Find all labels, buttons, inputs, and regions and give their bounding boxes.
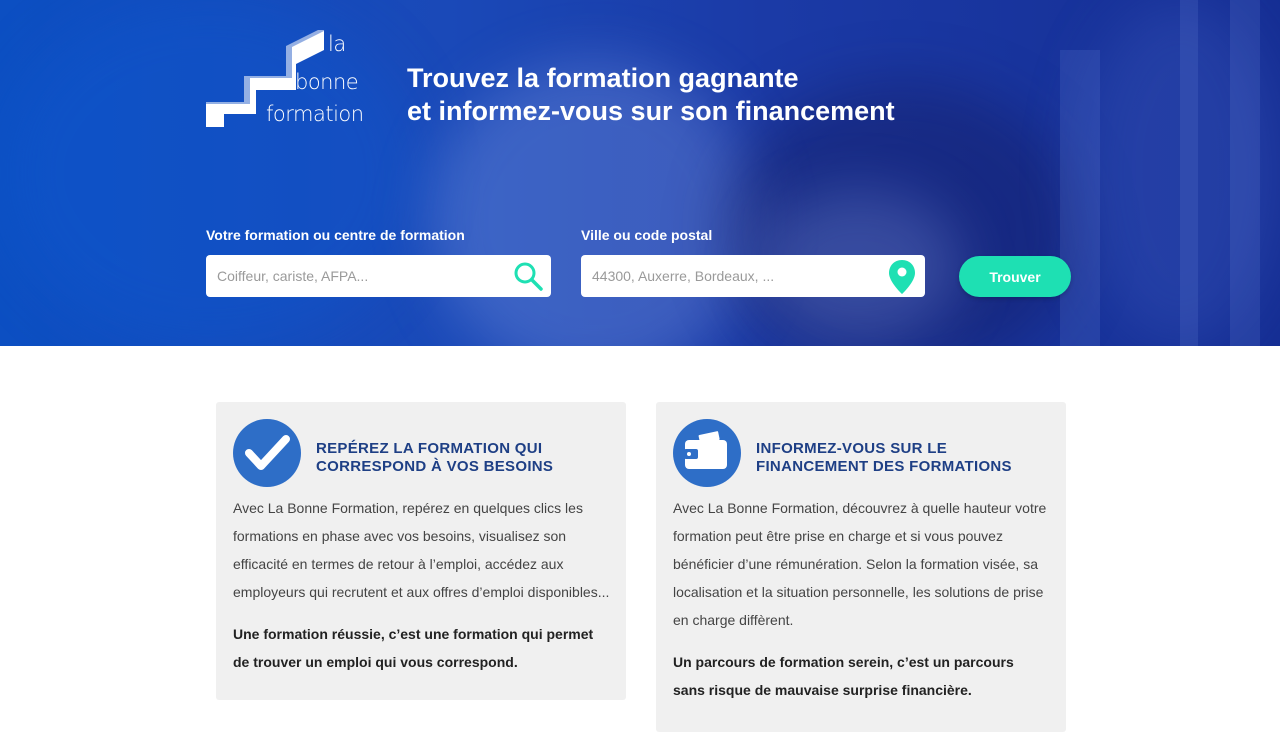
card-icon-badge (673, 419, 741, 487)
card-text-line: employeurs qui recrutent et aux offres d… (233, 584, 610, 600)
card-highlight-line: Un parcours de formation serein, c’est u… (673, 654, 1014, 670)
search-icon[interactable] (511, 259, 545, 298)
card-title: INFORMEZ-VOUS SUR LE FINANCEMENT DES FOR… (756, 440, 1056, 476)
card-title-line: CORRESPOND À VOS BESOINS (316, 458, 554, 475)
tagline-emphasis: informez-vous (438, 96, 624, 126)
location-pin-icon[interactable] (887, 259, 917, 300)
card-highlight-line: sans risque de mauvaise surprise financi… (673, 682, 972, 698)
card-text-line: Avec La Bonne Formation, repérez en quel… (233, 500, 583, 516)
tagline-text: Trouvez la (407, 63, 547, 93)
hero-background-shade (1060, 50, 1100, 346)
card-highlight: Un parcours de formation serein, c’est u… (673, 648, 1058, 704)
tagline-text: et (407, 96, 439, 126)
brand-word-bonne: bonne (295, 70, 359, 94)
card-text-line: bénéficier d’une rémunération. Selon la … (673, 556, 1038, 572)
card-text-line: formation peut être prise en charge et s… (673, 528, 1003, 544)
location-search-input[interactable] (581, 255, 871, 297)
card-title-line: FINANCEMENT DES FORMATIONS (756, 458, 1012, 475)
card-highlight-line: de trouver un emploi qui vous correspond… (233, 654, 518, 670)
location-field-label: Ville ou code postal (581, 227, 713, 243)
wallet-icon (684, 431, 727, 469)
brand-word-formation: formation (266, 102, 364, 126)
hero-background-shade (1180, 0, 1198, 346)
location-search-field[interactable] (581, 255, 925, 297)
feature-card-financing: INFORMEZ-VOUS SUR LE FINANCEMENT DES FOR… (656, 402, 1066, 732)
brand-logo[interactable]: la bonne formation (206, 28, 364, 128)
card-text-line: Avec La Bonne Formation, découvrez à que… (673, 500, 1047, 516)
formation-field-label: Votre formation ou centre de formation (206, 227, 465, 243)
card-description: Avec La Bonne Formation, repérez en quel… (233, 494, 618, 606)
formation-search-input[interactable] (206, 255, 496, 297)
card-text-line: localisation et la situation personnelle… (673, 584, 1044, 600)
card-description: Avec La Bonne Formation, découvrez à que… (673, 494, 1058, 634)
tagline-text: sur son (623, 96, 736, 126)
feature-card-find-training: REPÉREZ LA FORMATION QUI CORRESPOND À VO… (216, 402, 626, 700)
brand-word-la: la (328, 32, 346, 56)
card-highlight-line: Une formation réussie, c’est une formati… (233, 626, 594, 642)
formation-search-field[interactable] (206, 255, 551, 297)
tagline-emphasis: formation gagnante (546, 63, 799, 93)
tagline-emphasis: financement (735, 96, 895, 126)
card-highlight: Une formation réussie, c’est une formati… (233, 620, 618, 676)
hero-banner: la bonne formation Trouvez la formation … (0, 0, 1280, 346)
card-title-line: REPÉREZ LA FORMATION QUI (316, 440, 543, 457)
hero-background-shade (1230, 0, 1260, 346)
card-text-line: formations en phase avec vos besoins, vi… (233, 528, 567, 544)
card-text-line: en charge diffèrent. (673, 612, 794, 628)
card-title: REPÉREZ LA FORMATION QUI CORRESPOND À VO… (316, 440, 616, 476)
checkmark-icon (245, 435, 290, 470)
card-title-line: INFORMEZ-VOUS SUR LE (756, 440, 948, 457)
find-button[interactable]: Trouver (959, 256, 1071, 297)
card-text-line: efficacité en termes de retour à l’emplo… (233, 556, 564, 572)
card-icon-badge (233, 419, 301, 487)
hero-tagline: Trouvez la formation gagnante et informe… (407, 62, 895, 128)
